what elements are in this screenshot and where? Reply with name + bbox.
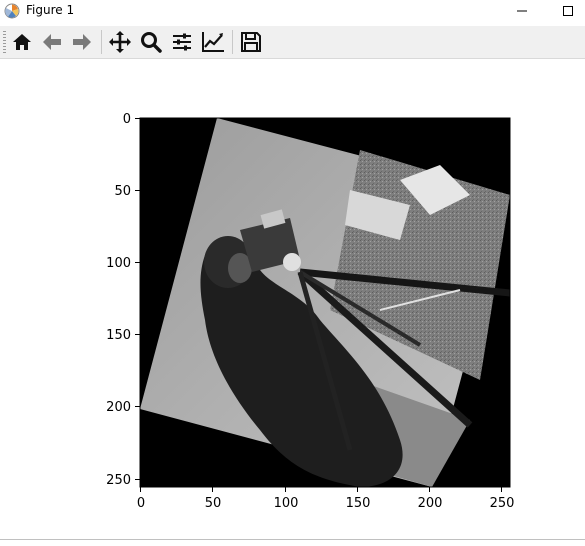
minimize-icon [517, 10, 527, 12]
home-icon [13, 34, 31, 50]
subplots-icon [173, 33, 191, 51]
x-tick-label: 150 [346, 496, 371, 511]
edit-axis-icon [202, 32, 224, 52]
y-tick-label: 200 [106, 400, 131, 415]
save-button[interactable] [237, 28, 265, 56]
y-tick-label: 50 [114, 184, 131, 199]
toolbar-separator [232, 30, 233, 54]
pan-icon [109, 31, 131, 53]
window-title: Figure 1 [26, 3, 75, 17]
plot-svg[interactable]: 0 50 100 150 200 250 0 50 100 150 200 25… [0, 59, 585, 539]
y-tick-label: 250 [106, 473, 131, 488]
y-tick-label: 100 [106, 256, 131, 271]
zoom-icon [141, 32, 162, 53]
minimize-button[interactable] [499, 0, 545, 22]
forward-arrow-icon [73, 34, 91, 50]
x-tick-label: 0 [137, 496, 145, 511]
toolbar-separator [101, 30, 102, 54]
maximize-icon [563, 6, 573, 16]
y-axis: 0 50 100 150 200 250 [106, 112, 140, 488]
image-display[interactable] [140, 118, 510, 487]
pan-button[interactable] [106, 28, 134, 56]
x-tick-label: 250 [490, 496, 515, 511]
maximize-button[interactable] [545, 0, 585, 22]
x-tick-label: 100 [274, 496, 299, 511]
y-tick-label: 150 [106, 328, 131, 343]
x-tick-label: 50 [205, 496, 222, 511]
x-axis: 0 50 100 150 200 250 [137, 487, 515, 511]
forward-button[interactable] [68, 28, 96, 56]
title-bar: Figure 1 [0, 0, 585, 22]
zoom-button[interactable] [137, 28, 165, 56]
figure-canvas[interactable]: 0 50 100 150 200 250 0 50 100 150 200 25… [0, 59, 585, 539]
y-tick-label: 0 [123, 112, 131, 127]
subplots-button[interactable] [168, 28, 196, 56]
home-button[interactable] [8, 28, 36, 56]
x-tick-label: 200 [418, 496, 443, 511]
save-icon [241, 32, 261, 52]
back-button[interactable] [38, 28, 66, 56]
navigation-toolbar [0, 26, 585, 59]
toolbar-grip[interactable] [3, 31, 6, 53]
matplotlib-logo-icon [4, 3, 20, 19]
edit-axis-button[interactable] [199, 28, 227, 56]
back-arrow-icon [43, 34, 61, 50]
